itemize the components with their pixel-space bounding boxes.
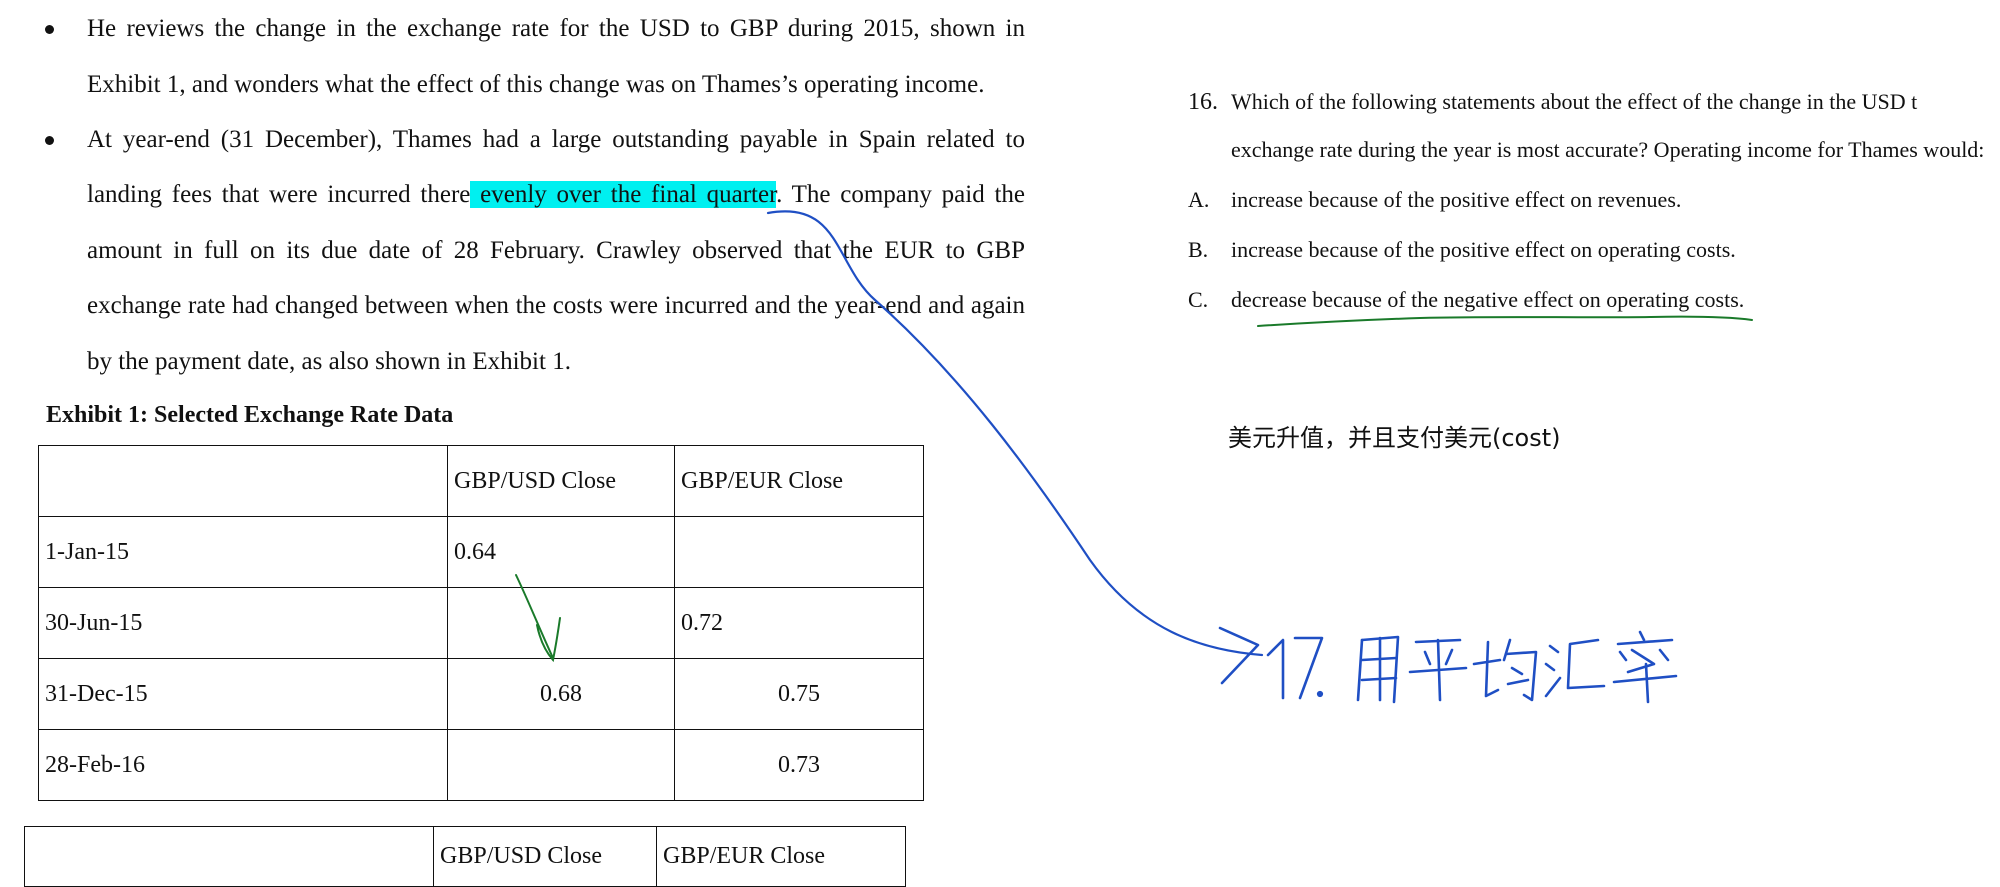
green-arrow: [515, 574, 561, 663]
blue-arrow-curve: [766, 210, 1264, 657]
ink-annotations: [515, 210, 1753, 704]
handwritten-note: [1218, 626, 1678, 704]
green-underline: [1257, 315, 1753, 327]
